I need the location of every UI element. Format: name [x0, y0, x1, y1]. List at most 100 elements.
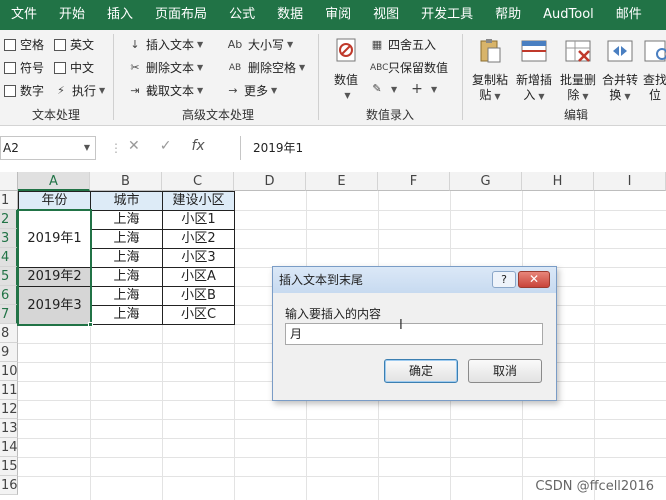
row-header-1[interactable]: 1: [0, 191, 18, 210]
tab-insert[interactable]: 插入: [96, 0, 144, 30]
checkbox-english[interactable]: 英文: [54, 36, 94, 53]
help-button[interactable]: ?: [492, 271, 516, 288]
cell-c6[interactable]: 小区B: [162, 286, 235, 306]
cell-b2[interactable]: 上海: [90, 210, 163, 230]
tab-developer[interactable]: 开发工具: [410, 0, 484, 30]
cell-a1[interactable]: 年份: [18, 191, 91, 211]
case-button[interactable]: Ab 大小写 ▼: [226, 36, 293, 53]
cell-c7[interactable]: 小区C: [162, 305, 235, 325]
checkbox-symbol[interactable]: 符号: [4, 59, 44, 76]
cell-b4[interactable]: 上海: [90, 248, 163, 268]
tab-page-layout[interactable]: 页面布局: [144, 0, 218, 30]
row-header-4[interactable]: 4: [0, 248, 18, 267]
row-header-14[interactable]: 14: [0, 438, 18, 457]
row-header-10[interactable]: 10: [0, 362, 18, 381]
batch-delete-label-2: 除 ▼: [558, 88, 598, 104]
cell-c5[interactable]: 小区A: [162, 267, 235, 287]
column-header-h[interactable]: H: [522, 172, 594, 191]
number-entry-group: 数值 ▼ ▦ 四舍五入 ABC 只保留数值 ✎ ▼ + ▼ 数值录入: [320, 30, 460, 126]
number-button[interactable]: 数值 ▼: [328, 36, 364, 103]
column-header-d[interactable]: D: [234, 172, 306, 191]
merge-convert-button[interactable]: 合并转 换 ▼: [600, 36, 640, 104]
ribbon-tab-bar: 文件 开始 插入 页面布局 公式 数据 审阅 视图 开发工具 帮助 AudToo…: [0, 0, 666, 30]
extract-text-button[interactable]: ⇥ 截取文本 ▼: [128, 82, 203, 99]
column-header-b[interactable]: B: [90, 172, 162, 191]
text-processing-group: 空格 英文 符号 中文 数字 ⚡ 执行 ▼ 文本处理: [0, 30, 112, 126]
ok-button[interactable]: 确定: [384, 359, 458, 383]
delete-text-button[interactable]: ✂ 删除文本 ▼: [128, 59, 203, 76]
row-header-8[interactable]: 8: [0, 324, 18, 343]
select-all-corner[interactable]: [0, 172, 18, 191]
row-header-12[interactable]: 12: [0, 400, 18, 419]
row-header-9[interactable]: 9: [0, 343, 18, 362]
checkbox-label: 符号: [20, 61, 45, 75]
cancel-button[interactable]: 取消: [468, 359, 542, 383]
insert-text-icon: ↓: [130, 37, 140, 51]
row-header-2[interactable]: 2: [0, 210, 18, 229]
cell-b6[interactable]: 上海: [90, 286, 163, 306]
more-button[interactable]: → 更多 ▼: [226, 82, 277, 99]
row-header-3[interactable]: 3: [0, 229, 18, 248]
row-header-7[interactable]: 7: [0, 305, 18, 324]
cell-b1[interactable]: 城市: [90, 191, 163, 211]
tab-help[interactable]: 帮助: [484, 0, 532, 30]
checkbox-chinese[interactable]: 中文: [54, 59, 94, 76]
row-header-13[interactable]: 13: [0, 419, 18, 438]
cell-b3[interactable]: 上海: [90, 229, 163, 249]
tab-audtool[interactable]: AudTool: [532, 0, 605, 30]
round-button[interactable]: ▦ 四舍五入: [370, 36, 436, 53]
batch-delete-label-line2: 除: [567, 88, 580, 102]
insert-text-input[interactable]: 月: [285, 323, 543, 345]
plus-button[interactable]: + ▼: [410, 82, 437, 96]
tab-review[interactable]: 审阅: [314, 0, 362, 30]
row-header-16[interactable]: 16: [0, 476, 18, 495]
cell-c4[interactable]: 小区3: [162, 248, 235, 268]
column-header-e[interactable]: E: [306, 172, 378, 191]
confirm-icon[interactable]: ✓: [160, 138, 172, 154]
gridline: [594, 191, 595, 500]
extract-text-label: 截取文本: [146, 84, 195, 98]
cell-b5[interactable]: 上海: [90, 267, 163, 287]
column-header-g[interactable]: G: [450, 172, 522, 191]
checkbox-space[interactable]: 空格: [4, 36, 44, 53]
chevron-down-icon: ▼: [287, 40, 294, 49]
tab-formulas[interactable]: 公式: [218, 0, 266, 30]
row-header-6[interactable]: 6: [0, 286, 18, 305]
checkbox-number[interactable]: 数字: [4, 82, 44, 99]
column-header-f[interactable]: F: [378, 172, 450, 191]
tab-data[interactable]: 数据: [266, 0, 314, 30]
tab-file[interactable]: 文件: [0, 0, 48, 30]
name-box[interactable]: A2 ▼: [0, 136, 96, 160]
column-header-c[interactable]: C: [162, 172, 234, 191]
row-header-15[interactable]: 15: [0, 457, 18, 476]
tab-mail[interactable]: 邮件: [605, 0, 653, 30]
copy-paste-button[interactable]: 复制粘 贴 ▼: [470, 36, 510, 104]
column-header-a[interactable]: A: [18, 172, 90, 191]
cancel-icon[interactable]: ✕: [128, 138, 140, 154]
round-label: 四舍五入: [388, 38, 437, 52]
cell-c3[interactable]: 小区2: [162, 229, 235, 249]
case-label: 大小写: [248, 38, 285, 52]
edit-value-button[interactable]: ✎ ▼: [370, 82, 397, 96]
row-header-5[interactable]: 5: [0, 267, 18, 286]
cell-c2[interactable]: 小区1: [162, 210, 235, 230]
row-header-11[interactable]: 11: [0, 381, 18, 400]
cell-c1[interactable]: 建设小区: [162, 191, 235, 211]
fill-handle[interactable]: [88, 322, 93, 327]
new-insert-button[interactable]: 新增插 入 ▼: [514, 36, 554, 104]
dialog-title-bar[interactable]: 插入文本到末尾 ? ✕: [273, 267, 556, 293]
fx-icon[interactable]: fx: [191, 138, 204, 154]
insert-text-button[interactable]: ↓ 插入文本 ▼: [128, 36, 203, 53]
cell-b7[interactable]: 上海: [90, 305, 163, 325]
formula-input[interactable]: 2019年1: [240, 136, 666, 160]
close-button[interactable]: ✕: [518, 271, 550, 288]
delete-space-button[interactable]: AB 删除空格 ▼: [226, 59, 305, 76]
batch-delete-button[interactable]: 批量删 除 ▼: [558, 36, 598, 104]
tab-view[interactable]: 视图: [362, 0, 410, 30]
column-header-i[interactable]: I: [594, 172, 666, 191]
number-label: 数值: [333, 73, 358, 87]
find-locate-button[interactable]: 查找 位: [642, 36, 666, 103]
keep-value-button[interactable]: ABC 只保留数值: [370, 59, 448, 76]
execute-button[interactable]: ⚡ 执行 ▼: [54, 82, 105, 99]
tab-home[interactable]: 开始: [48, 0, 96, 30]
